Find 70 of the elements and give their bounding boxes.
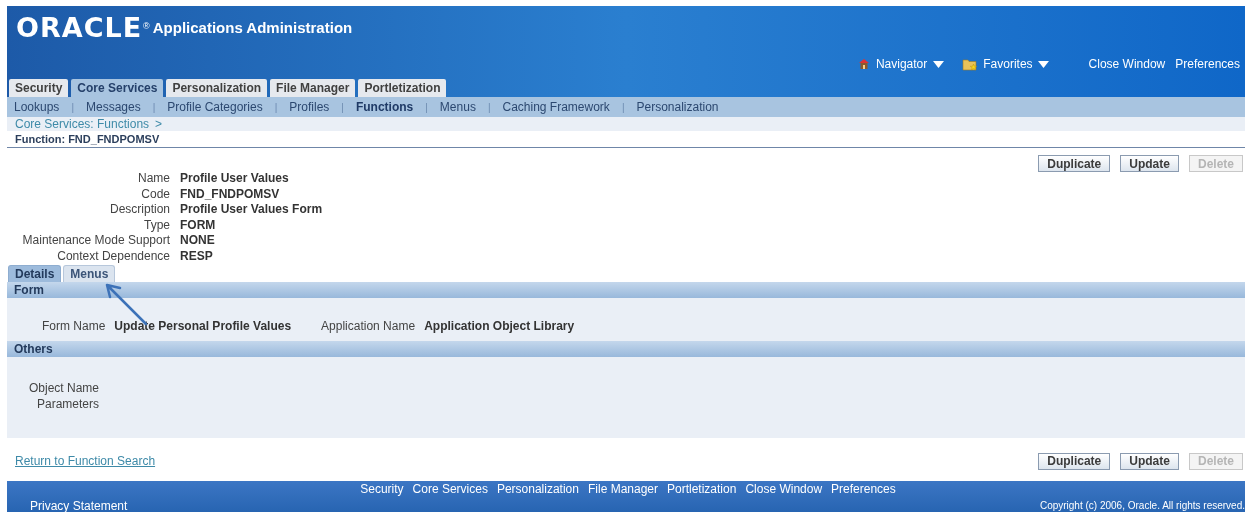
nav-tab[interactable]: Personalization [166,79,268,97]
app-title: Applications Administration [152,17,353,38]
subtab-link[interactable]: Menus [439,98,476,116]
favorites-menu[interactable]: Favorites [962,55,1049,73]
caret-icon [1037,60,1049,68]
field-label: Name [137,171,170,187]
separator-text: | [151,100,157,115]
field-label: Code [140,186,170,202]
breadcrumb-link[interactable]: Core Services: Functions [15,115,150,133]
header-link[interactable]: Close Window [1088,55,1166,73]
folder-star-icon [962,57,979,71]
action-button[interactable]: Duplicate [1038,155,1111,172]
separator-text: | [273,100,279,115]
separator-text: | [486,100,492,115]
action-button[interactable]: Update [1120,155,1179,172]
nav-tab[interactable]: File Manager [270,79,356,97]
header-link[interactable]: Preferences [1175,55,1240,73]
field-value: Profile User Values [180,171,290,187]
footer-link[interactable]: Security [360,482,404,496]
subtab-link[interactable]: Personalization [636,98,719,116]
nav-tab[interactable]: Portletization [358,79,447,97]
page-title: Function: FND_FNDPOMSV [15,133,160,145]
field-label: Description [108,202,170,218]
footer-link[interactable]: File Manager [588,482,658,496]
footer-link[interactable]: Core Services [412,482,488,496]
footer-link[interactable]: Close Window [745,482,823,496]
field-value: NONE [180,233,216,249]
field-value: FORM [180,217,217,233]
subtab-link[interactable]: Messages [86,98,141,116]
field-value: RESP [180,248,214,264]
field-label: Context Dependence [56,248,170,264]
registered-mark: ® [143,20,150,33]
field-value: Profile User Values Form [180,202,324,218]
copyright-text: Copyright (c) 2006, Oracle. All rights reserved. [1039,499,1245,512]
footer-link[interactable]: Preferences [831,482,896,496]
field-label: Object Name [28,381,99,397]
detail-tab[interactable]: Menus [63,265,116,282]
caret-icon [933,60,945,68]
footer-link[interactable]: Portletization [667,482,737,496]
field-label: Type [143,217,170,233]
section-header: Others [7,341,1245,357]
section-header: Form [7,282,1245,298]
return-link[interactable]: Return to Function Search [7,452,156,470]
house-icon [857,58,870,70]
breadcrumb-separator: > [155,116,163,133]
field-label: Application Name [321,318,416,335]
field-value: FND_FNDPOMSV [180,186,281,202]
field-label: Form Name [42,318,106,335]
field-label: Maintenance Mode Support [21,233,170,249]
subtab-link[interactable]: Caching Framework [502,98,610,116]
subtab-link[interactable]: Functions [355,98,414,116]
navigator-menu[interactable]: Navigator [857,55,945,73]
detail-tab[interactable]: Details [8,265,62,282]
field-value: Update Personal Profile Values [114,318,292,335]
field-value: Application Object Library [424,318,575,335]
separator-text: | [620,100,626,115]
nav-tab[interactable]: Core Services [71,79,164,97]
oracle-logo: ORACLE [16,14,143,41]
action-button[interactable]: Duplicate [1038,452,1111,470]
subtab-link[interactable]: Profiles [289,98,330,116]
separator-text: | [424,100,429,115]
separator-text: | [70,100,75,115]
action-button[interactable]: Update [1120,452,1179,470]
nav-tab[interactable]: Security [9,79,69,97]
privacy-link[interactable]: Privacy Statement [30,499,128,512]
field-label: Parameters [36,396,99,412]
footer-link[interactable]: Personalization [496,482,579,496]
separator-text: | [340,100,345,115]
subtab-link[interactable]: Profile Categories [167,98,263,116]
subtab-link[interactable]: Lookups [14,98,60,116]
